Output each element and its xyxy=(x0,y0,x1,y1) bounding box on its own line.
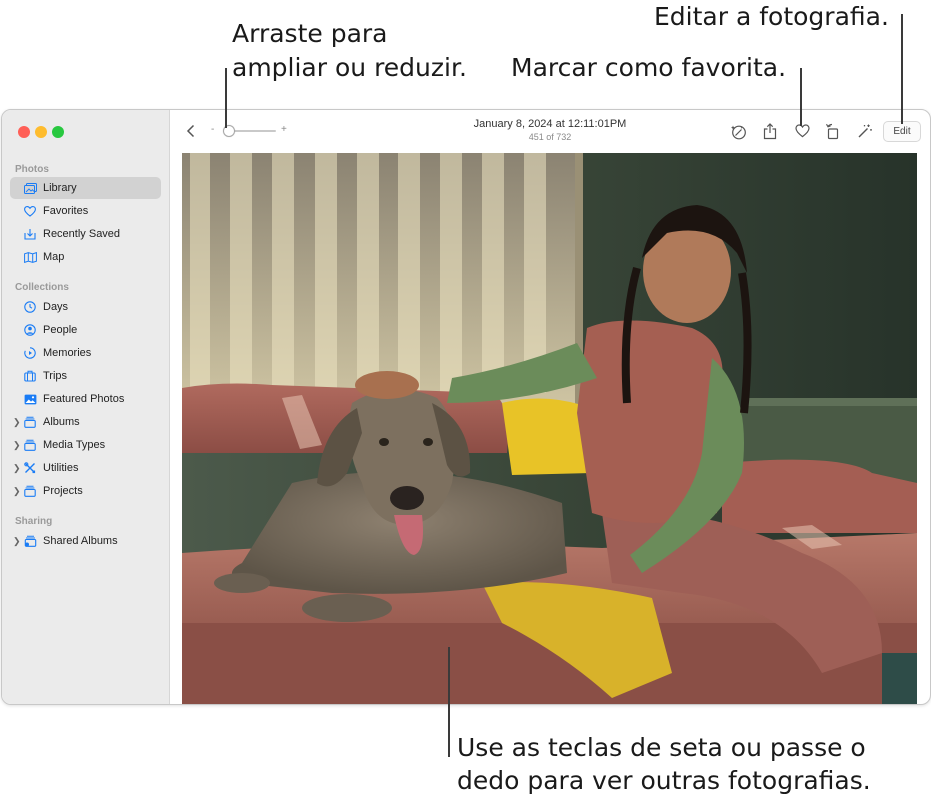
sidebar-item-label: Recently Saved xyxy=(43,228,121,240)
rotate-button[interactable] xyxy=(824,122,842,140)
sidebar-item-featured-photos[interactable]: Featured Photos xyxy=(10,388,161,410)
sidebar: Photos Library Favorites Recently Saved … xyxy=(2,110,170,704)
sidebar-item-albums[interactable]: ❯ Albums xyxy=(10,411,161,433)
sidebar-item-label: Projects xyxy=(43,485,83,497)
photo-date-title: January 8, 2024 at 12:11:01PM xyxy=(473,118,627,130)
sidebar-item-label: Favorites xyxy=(43,205,89,217)
leader-favorite xyxy=(800,68,802,126)
close-window-button[interactable] xyxy=(18,126,30,138)
sidebar-item-days[interactable]: Days xyxy=(10,296,161,318)
sidebar-item-people[interactable]: People xyxy=(10,319,161,341)
suitcase-icon xyxy=(23,369,37,383)
sidebar-item-library[interactable]: Library xyxy=(10,177,161,199)
person-icon xyxy=(23,323,37,337)
clock-icon xyxy=(23,300,37,314)
chevron-right-icon[interactable]: ❯ xyxy=(13,417,21,428)
callout-favorite: Marcar como favorita. xyxy=(511,53,787,82)
stack-icon xyxy=(23,438,37,452)
sidebar-item-favorites[interactable]: Favorites xyxy=(10,200,161,222)
tools-icon xyxy=(23,461,37,475)
chevron-right-icon[interactable]: ❯ xyxy=(13,536,21,547)
callout-browse-line1: Use as teclas de seta ou passe o xyxy=(457,733,866,762)
sidebar-section-photos: Photos xyxy=(15,164,49,175)
memories-icon xyxy=(23,346,37,360)
photos-window: Photos Library Favorites Recently Saved … xyxy=(1,109,931,705)
photo-position-counter: 451 of 732 xyxy=(528,132,572,142)
sidebar-item-label: Featured Photos xyxy=(43,393,125,405)
sidebar-item-recently-saved[interactable]: Recently Saved xyxy=(10,223,161,245)
minimize-window-button[interactable] xyxy=(35,126,47,138)
map-icon xyxy=(23,250,37,264)
leader-browse xyxy=(448,647,450,757)
share-button[interactable] xyxy=(761,122,779,140)
leader-edit xyxy=(901,14,903,124)
sidebar-item-shared-albums[interactable]: ❯ Shared Albums xyxy=(10,530,161,552)
toolbar: - + January 8, 2024 at 12:11:01PM 451 of… xyxy=(170,110,930,152)
chevron-right-icon[interactable]: ❯ xyxy=(13,486,21,497)
stack-icon xyxy=(23,484,37,498)
sidebar-item-label: Map xyxy=(43,251,65,263)
photo-viewer[interactable] xyxy=(182,153,917,704)
zoom-in-label: + xyxy=(281,124,287,135)
sidebar-item-map[interactable]: Map xyxy=(10,246,161,268)
zoom-out-label: - xyxy=(211,124,215,135)
callout-zoom-line2: ampliar ou reduzir. xyxy=(232,53,467,82)
download-icon xyxy=(23,227,37,241)
sidebar-item-label: People xyxy=(43,324,78,336)
sidebar-item-label: Albums xyxy=(43,416,80,428)
sidebar-item-label: Memories xyxy=(43,347,92,359)
photo-image xyxy=(182,153,917,704)
callout-zoom-line1: Arraste para xyxy=(232,19,388,48)
chevron-right-icon[interactable]: ❯ xyxy=(13,440,21,451)
heart-icon xyxy=(23,204,37,218)
sidebar-item-projects[interactable]: ❯ Projects xyxy=(10,480,161,502)
back-button[interactable] xyxy=(182,122,200,140)
sidebar-item-trips[interactable]: Trips xyxy=(10,365,161,387)
callout-browse-line2: dedo para ver outras fotografias. xyxy=(457,766,871,795)
sidebar-item-label: Library xyxy=(43,182,77,194)
library-icon xyxy=(23,181,37,195)
chevron-right-icon[interactable]: ❯ xyxy=(13,463,21,474)
sidebar-item-memories[interactable]: Memories xyxy=(10,342,161,364)
favorite-button[interactable] xyxy=(793,122,811,140)
sidebar-item-label: Media Types xyxy=(43,439,106,451)
sidebar-item-label: Days xyxy=(43,301,69,313)
magic-wand-button[interactable] xyxy=(856,122,874,140)
zoom-window-button[interactable] xyxy=(52,126,64,138)
shared-stack-icon xyxy=(23,534,37,548)
callout-edit: Editar a fotografia. xyxy=(654,2,889,31)
stack-icon xyxy=(23,415,37,429)
edit-button[interactable]: Edit xyxy=(883,121,921,142)
leader-zoom xyxy=(225,68,227,128)
sidebar-item-utilities[interactable]: ❯ Utilities xyxy=(10,457,161,479)
sidebar-item-label: Trips xyxy=(43,370,68,382)
sidebar-section-sharing: Sharing xyxy=(15,516,53,527)
sidebar-item-media-types[interactable]: ❯ Media Types xyxy=(10,434,161,456)
photo-icon xyxy=(23,392,37,406)
zoom-slider-track[interactable] xyxy=(228,130,276,132)
sidebar-item-label: Shared Albums xyxy=(43,535,118,547)
auto-enhance-button[interactable] xyxy=(729,122,747,140)
sidebar-item-label: Utilities xyxy=(43,462,79,474)
sidebar-section-collections: Collections xyxy=(15,282,69,293)
